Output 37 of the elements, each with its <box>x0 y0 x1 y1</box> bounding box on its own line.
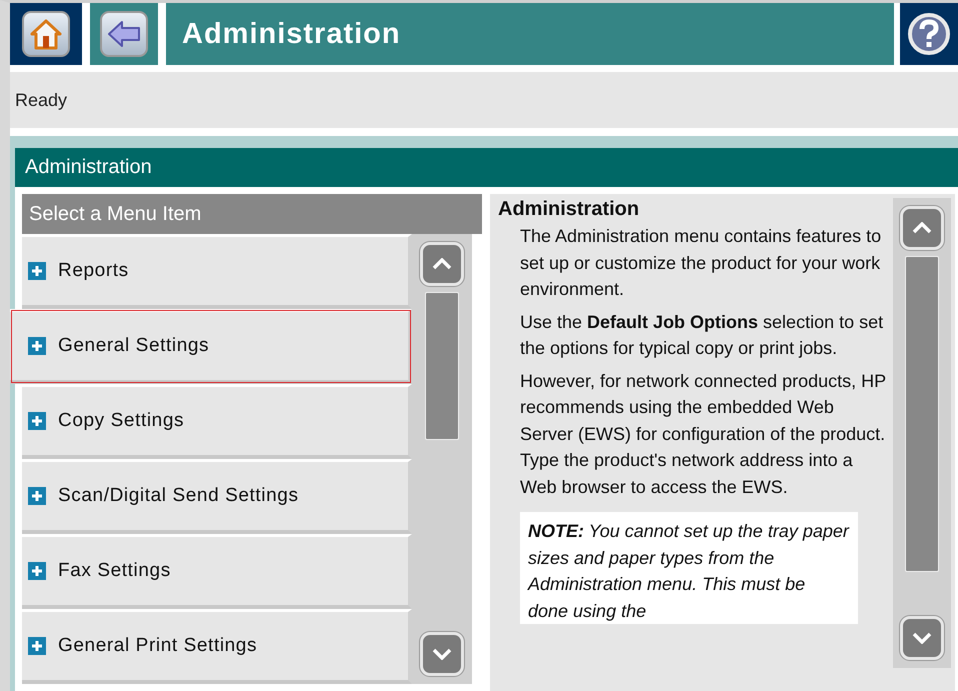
help-icon <box>907 12 951 56</box>
help-paragraph: The Administration menu contains features to set up or customize the product for your work environment. <box>520 225 882 301</box>
menu-item[interactable]: Scan/Digital Send Settings <box>22 459 412 534</box>
chevron-down-icon <box>912 632 932 644</box>
note-text: NOTE: You cannot set up the tray paper sizes and paper types from the Administration menu. This must be done using the <box>528 520 850 623</box>
status-text: Ready <box>15 90 68 110</box>
scroll-down-button[interactable] <box>420 632 464 676</box>
menu-item[interactable]: Copy Settings <box>22 384 412 459</box>
plus-icon <box>28 637 46 655</box>
chevron-down-icon <box>432 648 452 660</box>
help-paragraph: Use the Default Job Options selection to set the options for typical copy or print jobs. <box>520 310 884 360</box>
plus-icon <box>28 487 46 505</box>
back-button[interactable] <box>100 11 148 57</box>
scroll-up-button[interactable] <box>420 242 464 286</box>
help-paragraph: However, for network connected products, HP recommends using the embedded Web Server (EWS) for configuration of the product. Type the product's network address into a Web browser to access the EWS. <box>520 370 887 498</box>
left-arrow-icon <box>107 20 141 48</box>
window-title: Administration <box>182 18 401 50</box>
plus-icon <box>28 262 46 280</box>
scroll-up-button[interactable] <box>900 206 944 250</box>
plus-icon <box>28 562 46 580</box>
scroll-down-button[interactable] <box>900 616 944 660</box>
scroll-thumb[interactable] <box>425 292 459 440</box>
chevron-up-icon <box>432 258 452 270</box>
menu-item[interactable]: Reports <box>22 234 412 309</box>
home-button[interactable] <box>22 11 70 57</box>
section-title: Administration <box>25 156 152 179</box>
chevron-up-icon <box>912 222 932 234</box>
scroll-thumb[interactable] <box>905 256 939 572</box>
house-icon <box>28 17 64 51</box>
help-title: Administration <box>498 198 640 221</box>
menu-item[interactable]: Fax Settings <box>22 534 412 609</box>
menu-heading: Select a Menu Item <box>29 202 202 226</box>
menu-item[interactable]: General Print Settings <box>22 609 412 684</box>
plus-icon <box>28 412 46 430</box>
menu-item[interactable]: General Settings <box>10 309 412 384</box>
plus-icon <box>28 337 46 355</box>
help-button[interactable] <box>907 12 951 56</box>
